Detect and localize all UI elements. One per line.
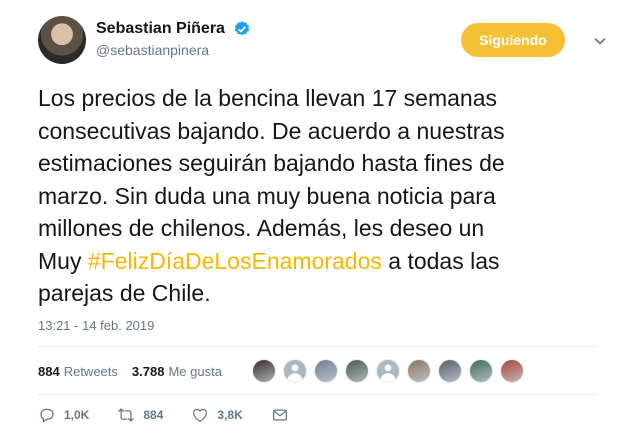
- like-count: 3,8K: [217, 408, 243, 422]
- liker-avatars: [252, 359, 531, 383]
- divider: [38, 346, 598, 347]
- following-button[interactable]: Siguiendo: [461, 23, 565, 57]
- reply-icon: [40, 408, 54, 423]
- author-avatar[interactable]: [38, 16, 86, 64]
- retweets-stat[interactable]: 884 Retweets: [38, 364, 118, 379]
- like-button[interactable]: 3,8K: [191, 406, 243, 424]
- default-avatar-icon[interactable]: [376, 359, 400, 383]
- reply-button[interactable]: 1,0K: [38, 406, 89, 424]
- liker-avatar[interactable]: [500, 359, 524, 383]
- likes-stat[interactable]: 3.788 Me gusta: [132, 364, 222, 379]
- envelope-icon: [272, 409, 287, 421]
- retweets-count: 884: [38, 363, 60, 379]
- liker-avatar[interactable]: [345, 359, 369, 383]
- retweet-button[interactable]: 884: [117, 406, 163, 424]
- chevron-down-icon[interactable]: [593, 34, 607, 48]
- default-avatar-icon[interactable]: [283, 359, 307, 383]
- tweet-actions: 1,0K 884 3,8K: [38, 406, 325, 424]
- liker-avatar[interactable]: [469, 359, 493, 383]
- tweet-text: Los precios de la bencina llevan 17 sema…: [38, 82, 608, 310]
- hashtag-link[interactable]: #FelizDíaDeLosEnamorados: [88, 248, 382, 274]
- likes-label: Me gusta: [168, 363, 222, 379]
- liker-avatar[interactable]: [438, 359, 462, 383]
- retweet-count: 884: [143, 408, 164, 422]
- direct-message-button[interactable]: [271, 406, 297, 424]
- retweets-label: Retweets: [63, 363, 118, 379]
- tweet-header: Sebastian Piñera @sebastianpinera Siguie…: [38, 16, 617, 64]
- liker-avatar[interactable]: [407, 359, 431, 383]
- heart-icon: [193, 408, 208, 423]
- reply-count: 1,0K: [64, 408, 90, 422]
- liker-avatar[interactable]: [314, 359, 338, 383]
- author-display-name[interactable]: Sebastian Piñera: [96, 20, 225, 38]
- liker-avatar[interactable]: [252, 359, 276, 383]
- retweet-icon: [118, 408, 135, 422]
- author-info: Sebastian Piñera @sebastianpinera: [96, 20, 251, 58]
- tweet-timestamp[interactable]: 13:21 - 14 feb. 2019: [38, 318, 154, 333]
- likes-count: 3.788: [131, 363, 165, 379]
- author-handle[interactable]: @sebastianpinera: [96, 42, 251, 58]
- divider: [38, 394, 598, 395]
- verified-badge-icon: [235, 21, 250, 36]
- tweet-text-body: Los precios de la bencina llevan 17 sema…: [38, 85, 505, 274]
- tweet-stats: 884 Retweets 3.788 Me gusta: [38, 356, 236, 386]
